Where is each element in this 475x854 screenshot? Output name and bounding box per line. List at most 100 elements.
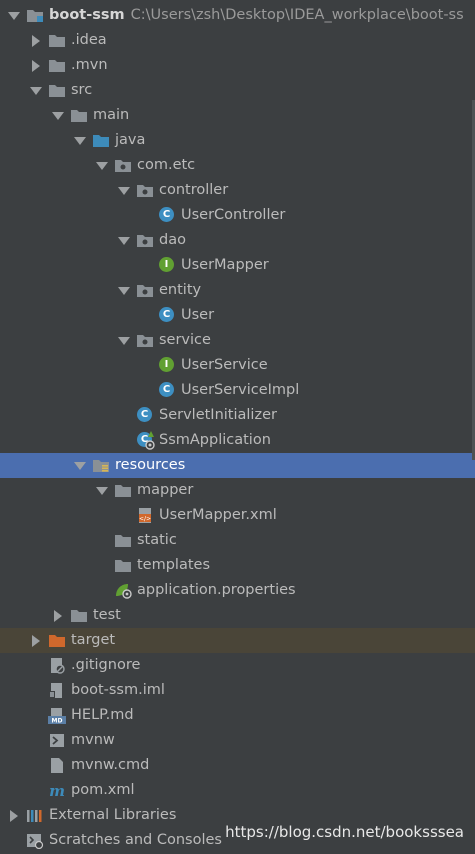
- iml-file-icon: [48, 682, 66, 699]
- tree-node-label: controller: [159, 182, 229, 198]
- project-tree: boot-ssm C:\Users\zsh\Desktop\IDEA_workpl…: [0, 3, 475, 853]
- tree-node-boot-ssm-iml[interactable]: boot-ssm.iml: [0, 678, 475, 703]
- tree-node-entity[interactable]: entity: [0, 278, 475, 303]
- tree-node-servletinitializer[interactable]: C ServletInitializer: [0, 403, 475, 428]
- maven-icon: m: [48, 782, 66, 800]
- tree-node-label: static: [137, 532, 177, 548]
- chevron-down-icon[interactable]: [6, 3, 20, 28]
- tree-node-test[interactable]: test: [0, 603, 475, 628]
- shell-script-icon: [48, 732, 66, 749]
- chevron-right-icon[interactable]: [50, 603, 64, 628]
- chevron-down-icon[interactable]: [72, 453, 86, 478]
- tree-node-label: UserController: [181, 207, 286, 223]
- resources-folder-icon: [92, 457, 110, 474]
- tree-node-label: .mvn: [71, 57, 108, 73]
- folder-icon: [114, 557, 132, 574]
- chevron-down-icon[interactable]: [116, 178, 130, 203]
- interface-icon: I: [158, 357, 176, 374]
- tree-node-label: application.properties: [137, 582, 296, 598]
- chevron-down-icon[interactable]: [72, 128, 86, 153]
- tree-node-label: SsmApplication: [159, 432, 271, 448]
- tree-node-usermapper[interactable]: I UserMapper: [0, 253, 475, 278]
- tree-node-label: pom.xml: [71, 782, 135, 798]
- class-icon: C: [158, 307, 176, 324]
- folder-icon: [48, 57, 66, 74]
- libraries-icon: [26, 807, 44, 824]
- xml-file-icon: </>: [136, 507, 154, 524]
- package-icon: [136, 232, 154, 249]
- tree-node-label: Scratches and Consoles: [49, 832, 222, 848]
- tree-node-label: com.etc: [137, 157, 196, 173]
- tree-node-templates[interactable]: templates: [0, 553, 475, 578]
- package-icon: [114, 157, 132, 174]
- tree-node-mapper[interactable]: mapper: [0, 478, 475, 503]
- chevron-down-icon[interactable]: [94, 478, 108, 503]
- chevron-down-icon[interactable]: [116, 278, 130, 303]
- tree-node-label: templates: [137, 557, 211, 573]
- tree-node-mvn[interactable]: .mvn: [0, 53, 475, 78]
- chevron-right-icon[interactable]: [6, 803, 20, 828]
- tree-node-label: UserService: [181, 357, 268, 373]
- scratches-icon: [26, 832, 44, 850]
- chevron-down-icon[interactable]: [50, 103, 64, 128]
- tree-node-label: .gitignore: [71, 657, 141, 673]
- text-file-icon: [48, 757, 66, 774]
- tree-node-application-properties[interactable]: application.properties: [0, 578, 475, 603]
- tree-node-label: HELP.md: [71, 707, 134, 723]
- tree-node-src[interactable]: src: [0, 78, 475, 103]
- folder-icon: [70, 107, 88, 124]
- package-icon: [136, 332, 154, 349]
- watermark: https://blog.csdn.net/booksssea: [225, 823, 464, 841]
- svg-text:MD: MD: [52, 718, 63, 725]
- tree-node-pom-xml[interactable]: m pom.xml: [0, 778, 475, 803]
- tree-node-label: User: [181, 307, 215, 323]
- tree-node-label: entity: [159, 282, 202, 298]
- chevron-down-icon[interactable]: [116, 328, 130, 353]
- tree-node-usermapper-xml[interactable]: </> UserMapper.xml: [0, 503, 475, 528]
- folder-icon: [48, 32, 66, 49]
- tree-node-mvnw[interactable]: mvnw: [0, 728, 475, 753]
- tree-node-label: test: [93, 607, 121, 623]
- folder-icon: [70, 607, 88, 624]
- chevron-right-icon[interactable]: [28, 628, 42, 653]
- tree-node-mvnw-cmd[interactable]: mvnw.cmd: [0, 753, 475, 778]
- tree-node-com-etc[interactable]: com.etc: [0, 153, 475, 178]
- module-folder-icon: [26, 7, 44, 24]
- class-icon: C: [136, 407, 154, 424]
- tree-node-boot-ssm[interactable]: boot-ssm C:\Users\zsh\Desktop\IDEA_workpl…: [0, 3, 475, 28]
- tree-node-label: UserMapper: [181, 257, 269, 273]
- tree-node-label: src: [71, 82, 93, 98]
- tree-node-label: resources: [115, 457, 186, 473]
- tree-node-idea[interactable]: .idea: [0, 28, 475, 53]
- tree-node-resources[interactable]: resources: [0, 453, 475, 478]
- tree-node-ssmapplication[interactable]: C SsmApplication: [0, 428, 475, 453]
- tree-node-userserviceimpl[interactable]: C UserServiceImpl: [0, 378, 475, 403]
- tree-node-userservice[interactable]: I UserService: [0, 353, 475, 378]
- tree-node-label: External Libraries: [49, 807, 177, 823]
- tree-node-main[interactable]: main: [0, 103, 475, 128]
- chevron-down-icon[interactable]: [116, 228, 130, 253]
- tree-node-controller[interactable]: controller: [0, 178, 475, 203]
- package-icon: [136, 282, 154, 299]
- folder-icon: [114, 532, 132, 549]
- gitignore-file-icon: [48, 657, 66, 674]
- project-path: C:\Users\zsh\Desktop\IDEA_workplace\boot…: [130, 7, 464, 23]
- tree-node-static[interactable]: static: [0, 528, 475, 553]
- chevron-down-icon[interactable]: [28, 78, 42, 103]
- chevron-down-icon[interactable]: [94, 153, 108, 178]
- tree-node-label: boot-ssm C:\Users\zsh\Desktop\IDEA_workpl…: [49, 3, 464, 28]
- chevron-right-icon[interactable]: [28, 28, 42, 53]
- tree-node-label: boot-ssm.iml: [71, 682, 165, 698]
- spring-properties-icon: [114, 582, 132, 599]
- tree-node-java[interactable]: java: [0, 128, 475, 153]
- tree-node-dao[interactable]: dao: [0, 228, 475, 253]
- tree-node-user[interactable]: C User: [0, 303, 475, 328]
- tree-node-target[interactable]: target: [0, 628, 475, 653]
- tree-node-help-md[interactable]: MD HELP.md: [0, 703, 475, 728]
- tree-node-label: mapper: [137, 482, 194, 498]
- chevron-right-icon[interactable]: [28, 53, 42, 78]
- excluded-folder-icon: [48, 632, 66, 649]
- tree-node-service[interactable]: service: [0, 328, 475, 353]
- tree-node-usercontroller[interactable]: C UserController: [0, 203, 475, 228]
- tree-node-gitignore[interactable]: .gitignore: [0, 653, 475, 678]
